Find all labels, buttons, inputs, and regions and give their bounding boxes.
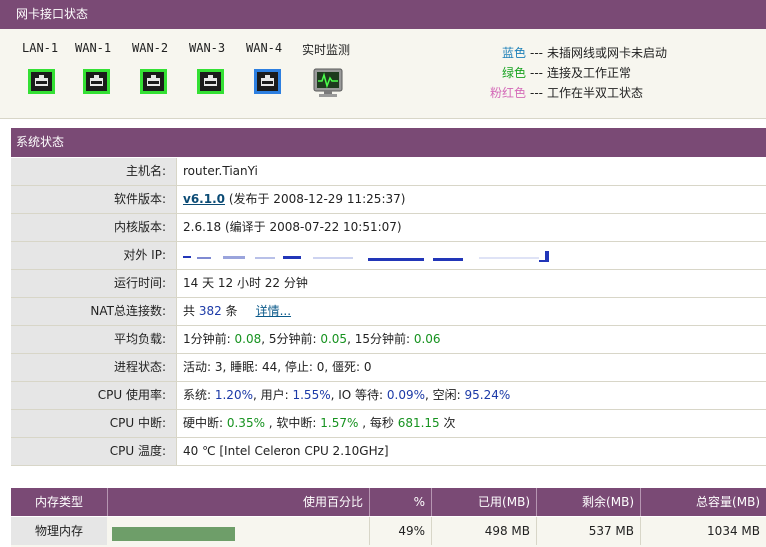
temp-value: 40 ℃ [Intel Celeron CPU 2.10GHz] bbox=[183, 444, 389, 458]
load-1-value: 0.08 bbox=[234, 332, 262, 346]
ethernet-port-icon bbox=[83, 69, 110, 94]
mem-col-total: 总容量(MB) bbox=[640, 488, 766, 516]
cpu-idle-label: , 空闲: bbox=[425, 388, 465, 402]
process-value: 活动: 3, 睡眠: 44, 停止: 0, 僵死: 0 bbox=[183, 360, 372, 374]
load-value: 1分钟前: 0.08, 5分钟前: 0.05, 15分钟前: 0.06 bbox=[183, 326, 441, 353]
port-label-lan1: LAN-1 bbox=[22, 41, 59, 55]
cpu-user-label: , 用户: bbox=[252, 388, 293, 402]
interface-panel: LAN-1 WAN-1 WAN-2 WAN-3 WAN-4 实时监测 蓝色 ---… bbox=[0, 29, 766, 119]
ethernet-port-icon bbox=[254, 69, 281, 94]
row-software: 软件版本: v6.1.0 (发布于 2008-12-29 11:25:37) bbox=[11, 186, 766, 214]
legend-dash: --- bbox=[530, 86, 543, 100]
row-ip: 对外 IP: bbox=[11, 242, 766, 270]
nat-label: NAT总连接数: bbox=[11, 298, 177, 325]
row-process: 进程状态: 活动: 3, 睡眠: 44, 停止: 0, 僵死: 0 bbox=[11, 354, 766, 382]
ethernet-port-icon bbox=[140, 69, 167, 94]
load-1-label: 1分钟前: bbox=[183, 332, 235, 346]
table-row: 物理内存 49% 498 MB 537 MB 1034 MB bbox=[11, 517, 766, 547]
cpu-io-label: , IO 等待: bbox=[330, 388, 387, 402]
legend-desc: 连接及工作正常 bbox=[547, 66, 632, 80]
legend-dash: --- bbox=[530, 66, 543, 80]
irq-hard-label: 硬中断: bbox=[183, 416, 227, 430]
load-label: 平均负载: bbox=[11, 326, 177, 353]
monitor-label[interactable]: 实时监测 bbox=[302, 41, 362, 58]
cpu-value: 系统: 1.20%, 用户: 1.55%, IO 等待: 0.09%, 空闲: … bbox=[183, 382, 510, 409]
ethernet-port-icon bbox=[197, 69, 224, 94]
row-kernel: 内核版本: 2.6.18 (编译于 2008-07-22 10:51:07) bbox=[11, 214, 766, 242]
hostname-value: router.TianYi bbox=[183, 164, 258, 178]
load-15-label: , 15分钟前: bbox=[347, 332, 414, 346]
cpu-io-value: 0.09% bbox=[386, 388, 426, 402]
mem-col-used: 已用(MB) bbox=[431, 488, 536, 516]
mem-col-free: 剩余(MB) bbox=[536, 488, 640, 516]
mem-col-percent: % bbox=[369, 488, 431, 516]
nat-value: 共 382 条 详情... bbox=[183, 298, 291, 325]
cpu-sys-value: 1.20% bbox=[214, 388, 253, 402]
hostname-label: 主机名: bbox=[11, 158, 177, 185]
software-label: 软件版本: bbox=[11, 186, 177, 213]
mem-col-type: 内存类型 bbox=[34, 495, 83, 509]
legend-dash: --- bbox=[530, 46, 543, 60]
interface-panel-title: 网卡接口状态 bbox=[0, 0, 766, 29]
nat-suffix: 条 bbox=[221, 304, 238, 318]
uptime-label: 运行时间: bbox=[11, 270, 177, 297]
irq-soft-label: , 软中断: bbox=[264, 416, 321, 430]
kernel-value: 2.6.18 (编译于 2008-07-22 10:51:07) bbox=[183, 220, 402, 234]
software-release-date: (发布于 2008-12-29 11:25:37) bbox=[225, 192, 406, 206]
nat-prefix: 共 bbox=[183, 304, 199, 318]
cpu-idle-value: 95.24% bbox=[464, 388, 511, 402]
mem-usage-bar bbox=[112, 527, 235, 541]
load-5-label: , 5分钟前: bbox=[261, 332, 321, 346]
ethernet-port-icon bbox=[28, 69, 55, 94]
nat-count: 382 bbox=[198, 304, 222, 318]
port-label-wan2: WAN-2 bbox=[132, 41, 169, 55]
system-panel-title: 系统状态 bbox=[11, 128, 766, 157]
port-label-wan4: WAN-4 bbox=[246, 41, 283, 55]
uptime-value: 14 天 12 小时 22 分钟 bbox=[183, 276, 308, 290]
nat-detail-link[interactable]: 详情... bbox=[256, 304, 291, 318]
legend-green: 绿色 --- 连接及工作正常 bbox=[474, 63, 631, 83]
cpu-user-value: 1.55% bbox=[292, 388, 331, 402]
legend-color-name: 蓝色 bbox=[501, 46, 526, 60]
load-5-value: 0.05 bbox=[320, 332, 348, 346]
irq-rate-label: , 每秒 bbox=[358, 416, 398, 430]
legend-color-name: 粉红色 bbox=[489, 86, 526, 100]
irq-label: CPU 中断: bbox=[11, 410, 177, 437]
legend-blue: 蓝色 --- 未插网线或网卡未启动 bbox=[474, 43, 667, 63]
ip-label: 对外 IP: bbox=[11, 242, 177, 269]
cpu-sys-label: 系统: bbox=[183, 388, 215, 402]
row-temp: CPU 温度: 40 ℃ [Intel Celeron CPU 2.10GHz] bbox=[11, 438, 766, 466]
irq-hard-value: 0.35% bbox=[226, 416, 265, 430]
software-value: v6.1.0 (发布于 2008-12-29 11:25:37) bbox=[183, 186, 405, 213]
row-uptime: 运行时间: 14 天 12 小时 22 分钟 bbox=[11, 270, 766, 298]
temp-label: CPU 温度: bbox=[11, 438, 177, 465]
ip-blur-mark bbox=[183, 251, 549, 262]
irq-rate-unit: 次 bbox=[439, 416, 456, 430]
row-irq: CPU 中断: 硬中断: 0.35% , 软中断: 1.57% , 每秒 681… bbox=[11, 410, 766, 438]
irq-value: 硬中断: 0.35% , 软中断: 1.57% , 每秒 681.15 次 bbox=[183, 410, 456, 437]
mem-col-usage: 使用百分比 bbox=[107, 488, 369, 516]
port-label-wan1: WAN-1 bbox=[75, 41, 112, 55]
row-nat: NAT总连接数: 共 382 条 详情... bbox=[11, 298, 766, 326]
irq-soft-value: 1.57% bbox=[320, 416, 359, 430]
software-version-link[interactable]: v6.1.0 bbox=[183, 192, 225, 206]
cpu-label: CPU 使用率: bbox=[11, 382, 177, 409]
row-cpu: CPU 使用率: 系统: 1.20%, 用户: 1.55%, IO 等待: 0.… bbox=[11, 382, 766, 410]
legend-color-name: 绿色 bbox=[501, 66, 526, 80]
kernel-label: 内核版本: bbox=[11, 214, 177, 241]
row-hostname: 主机名: router.TianYi bbox=[11, 158, 766, 186]
irq-rate-value: 681.15 bbox=[397, 416, 440, 430]
process-label: 进程状态: bbox=[11, 354, 177, 381]
memory-table-header: 内存类型 使用百分比 % 已用(MB) 剩余(MB) 总容量(MB) bbox=[11, 488, 766, 516]
row-load: 平均负载: 1分钟前: 0.08, 5分钟前: 0.05, 15分钟前: 0.0… bbox=[11, 326, 766, 354]
legend-pink: 粉红色 --- 工作在半双工状态 bbox=[474, 83, 643, 103]
port-label-wan3: WAN-3 bbox=[189, 41, 226, 55]
legend-desc: 未插网线或网卡未启动 bbox=[547, 46, 668, 60]
load-15-value: 0.06 bbox=[413, 332, 441, 346]
monitor-icon[interactable] bbox=[312, 67, 344, 99]
legend-desc: 工作在半双工状态 bbox=[547, 86, 644, 100]
